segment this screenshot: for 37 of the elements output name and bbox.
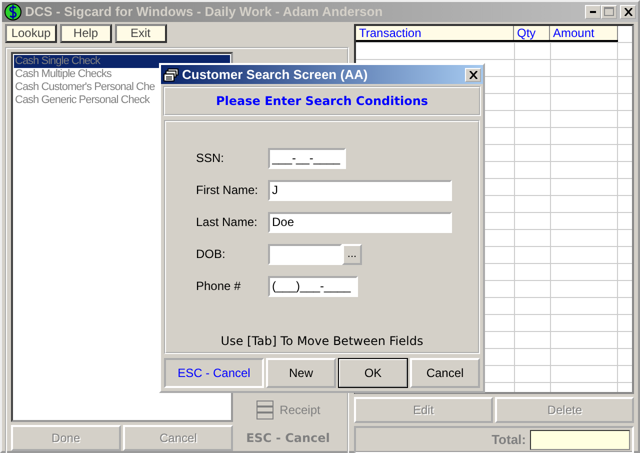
- dialog-title: Customer Search Screen (AA): [182, 66, 368, 84]
- input-field[interactable]: [268, 244, 342, 264]
- input-field[interactable]: ___-__-____: [268, 148, 346, 168]
- input-field[interactable]: Doe: [268, 212, 452, 232]
- minimize-icon: [590, 10, 596, 13]
- field-label: DOB:: [196, 246, 226, 263]
- dialog-button[interactable]: OK: [338, 358, 408, 388]
- total-label: Total:: [492, 430, 526, 449]
- app-icon: [4, 2, 22, 21]
- esc-hint: ESC - Cancel: [246, 430, 330, 446]
- menu-button[interactable]: Exit: [114, 24, 166, 42]
- field-label: SSN:: [196, 150, 226, 167]
- input-field[interactable]: J: [268, 180, 452, 200]
- menu-button[interactable]: Lookup: [5, 24, 57, 42]
- maximize-icon: [604, 7, 614, 16]
- close-icon: [468, 70, 478, 78]
- column-header: Qty: [514, 26, 550, 40]
- card-stack-icon: [163, 68, 179, 82]
- dialog-heading: Please Enter Search Conditions: [216, 93, 428, 110]
- close-button[interactable]: [465, 68, 481, 82]
- register-icon: [256, 398, 276, 420]
- column-header: Amount: [550, 26, 618, 40]
- date-picker-button[interactable]: ...: [342, 244, 362, 264]
- field-label: Last Name:: [196, 214, 258, 231]
- menu-button[interactable]: Help: [60, 24, 112, 42]
- hint-text: Use [Tab] To Move Between Fields: [220, 333, 424, 350]
- dialog-button[interactable]: Cancel: [410, 358, 480, 388]
- minimize-button[interactable]: [585, 4, 602, 19]
- input-field[interactable]: (___)___-____: [268, 276, 358, 296]
- close-button[interactable]: [620, 4, 636, 19]
- field-label: First Name:: [196, 182, 260, 199]
- dialog-button[interactable]: New: [266, 358, 336, 388]
- list-item[interactable]: Cash Single Check: [14, 54, 230, 68]
- field-label: Phone #: [196, 278, 242, 295]
- column-header: Transaction: [356, 26, 514, 40]
- close-icon: [624, 8, 632, 16]
- esc-hint: ESC - Cancel: [164, 358, 264, 388]
